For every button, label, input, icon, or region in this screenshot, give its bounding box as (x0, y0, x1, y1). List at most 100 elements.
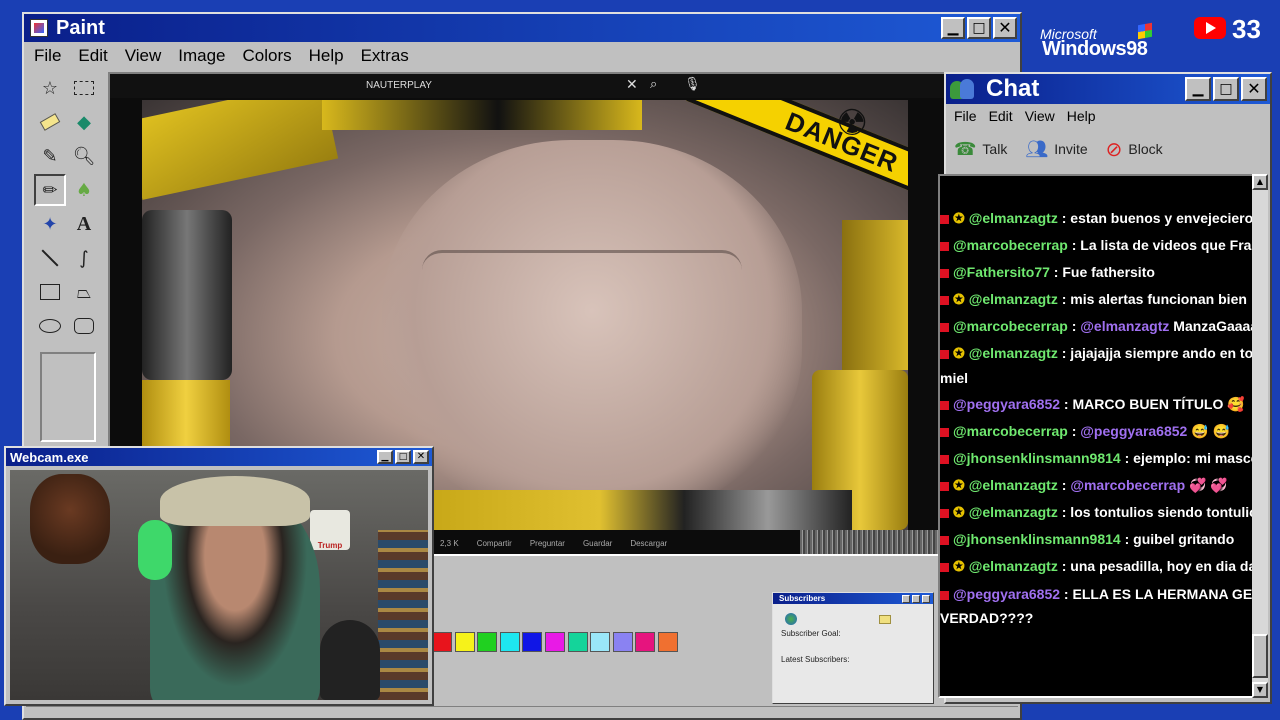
search-icon[interactable]: ⌕ (650, 76, 657, 92)
barrel-left (142, 210, 232, 380)
close-button[interactable]: ✕ (993, 17, 1017, 39)
talk-icon: ☎ (954, 138, 977, 159)
chat-mention[interactable]: @marcobecerrap (1070, 477, 1185, 493)
chat-menu-view[interactable]: View (1025, 108, 1055, 124)
chat-mention[interactable]: @peggyara6852 (1080, 423, 1187, 439)
chat-username[interactable]: @jhonsenklinsmann9814 (953, 450, 1121, 466)
chat-username[interactable]: @peggyara6852 (953, 586, 1060, 602)
menu-extras[interactable]: Extras (361, 46, 409, 66)
mod-badge-icon (940, 535, 949, 545)
chat-text-rest: 😅 😅 (1187, 423, 1230, 439)
brush-tool-icon[interactable]: ♠ (68, 174, 100, 206)
chat-username[interactable]: @peggyara6852 (953, 396, 1060, 412)
chat-menu-file[interactable]: File (954, 108, 977, 124)
text-tool-icon[interactable]: A (68, 208, 100, 240)
color-swatch[interactable] (545, 632, 565, 652)
free-select-tool-icon[interactable]: ☆ (34, 72, 66, 104)
menu-file[interactable]: File (34, 46, 61, 66)
webcam-minimize-button[interactable]: ▁ (377, 450, 393, 464)
like-count[interactable]: 2,3 K (440, 539, 459, 548)
invite-icon: 👥︎ (1025, 138, 1049, 159)
scroll-down-icon[interactable]: ▼ (1252, 682, 1268, 698)
scroll-up-icon[interactable]: ▲ (1252, 174, 1268, 190)
fill-tool-icon[interactable]: ◆ (68, 106, 100, 138)
chat-minimize-button[interactable]: ▁ (1185, 77, 1211, 101)
color-swatch[interactable] (590, 632, 611, 652)
chat-mention[interactable]: @elmanzagtz (1080, 318, 1169, 334)
color-picker-tool-icon[interactable]: ✎ (34, 140, 66, 172)
menu-view[interactable]: View (125, 46, 162, 66)
chat-maximize-button[interactable]: □ (1213, 77, 1239, 101)
scroll-thumb[interactable] (1252, 634, 1268, 678)
chat-username[interactable]: @elmanzagtz (969, 210, 1058, 226)
block-icon: ⊘ (1105, 138, 1123, 161)
chat-close-button[interactable]: ✕ (1241, 77, 1267, 101)
chat-titlebar[interactable]: Chat ▁ □ ✕ (946, 74, 1270, 104)
chat-username[interactable]: @elmanzagtz (969, 345, 1058, 361)
menu-colors[interactable]: Colors (243, 46, 292, 66)
color-swatch[interactable] (522, 632, 543, 652)
webcam-maximize-button[interactable]: □ (395, 450, 411, 464)
subscribers-maximize-button[interactable] (912, 594, 920, 603)
menu-help[interactable]: Help (309, 46, 344, 66)
magnifier-tool-icon[interactable]: 🔍︎ (68, 140, 100, 172)
rectangle-tool-icon[interactable] (34, 276, 66, 308)
rounded-rect-tool-icon[interactable] (68, 310, 100, 342)
block-button[interactable]: ⊘ Block (1106, 137, 1163, 162)
webcam-titlebar[interactable]: Webcam.exe ▁ □ ✕ (6, 448, 432, 466)
chat-username[interactable]: @elmanzagtz (969, 291, 1058, 307)
chat-username[interactable]: @elmanzagtz (969, 477, 1058, 493)
line-tool-icon[interactable] (34, 242, 66, 274)
paint-titlebar[interactable]: Paint ▁ □ ✕ (24, 14, 1020, 42)
chat-username[interactable]: @elmanzagtz (969, 504, 1058, 520)
save-button[interactable]: Guardar (583, 539, 612, 548)
invite-button[interactable]: 👥︎ Invite (1025, 139, 1087, 160)
chat-username[interactable]: @Fathersito77 (953, 264, 1050, 280)
eraser-tool-icon[interactable] (34, 106, 66, 138)
chat-username[interactable]: @jhonsenklinsmann9814 (953, 531, 1121, 547)
chat-text: : La lista de videos que Frank r (1071, 237, 1254, 253)
subscribers-titlebar[interactable]: Subscribers (773, 593, 933, 604)
color-swatch[interactable] (612, 632, 633, 652)
pencil-tool-icon[interactable]: ✏︎ (34, 174, 66, 206)
polygon-tool-icon[interactable]: ⏢ (68, 276, 100, 308)
chat-scrollbar[interactable]: ▲ ▼ (1252, 174, 1268, 698)
color-swatch[interactable] (454, 632, 475, 652)
maximize-button[interactable]: □ (967, 17, 991, 39)
close-icon[interactable]: ✕ (626, 76, 638, 93)
subscribers-close-button[interactable] (922, 594, 930, 603)
ask-button[interactable]: Preguntar (530, 539, 565, 548)
webcam-close-button[interactable]: ✕ (413, 450, 429, 464)
glasses (422, 250, 742, 310)
rect-select-tool-icon[interactable] (68, 72, 100, 104)
color-swatch[interactable] (477, 632, 498, 652)
menu-edit[interactable]: Edit (78, 46, 107, 66)
download-button[interactable]: Descargar (630, 539, 667, 548)
ellipse-tool-icon[interactable] (34, 310, 66, 342)
airbrush-tool-icon[interactable]: ✦ (34, 208, 66, 240)
static-noise (800, 530, 944, 554)
chat-menu-edit[interactable]: Edit (989, 108, 1013, 124)
color-swatch[interactable] (635, 632, 656, 652)
chat-username[interactable]: @marcobecerrap (953, 318, 1068, 334)
color-swatch[interactable] (432, 632, 452, 652)
menu-image[interactable]: Image (178, 46, 225, 66)
curve-tool-icon[interactable]: ∫ (68, 242, 100, 274)
tool-options-box[interactable] (40, 352, 96, 442)
share-button[interactable]: Compartir (477, 539, 512, 548)
chat-menu-help[interactable]: Help (1067, 108, 1096, 124)
webcam-window: Webcam.exe ▁ □ ✕ Trump (4, 446, 434, 706)
bookshelf (378, 530, 428, 700)
color-swatch[interactable] (499, 632, 520, 652)
talk-button[interactable]: ☎ Talk (954, 139, 1007, 160)
subscribers-minimize-button[interactable] (902, 594, 910, 603)
chat-username[interactable]: @elmanzagtz (969, 558, 1058, 574)
minimize-button[interactable]: ▁ (941, 17, 965, 39)
color-swatch[interactable] (567, 632, 588, 652)
chat-username[interactable]: @marcobecerrap (953, 237, 1068, 253)
mic-icon[interactable]: 🎙︎ (684, 76, 701, 92)
subscribers-window: Subscribers Subscriber Goal: Latest Subs… (772, 592, 934, 704)
color-swatch[interactable] (658, 632, 678, 652)
chat-username[interactable]: @marcobecerrap (953, 423, 1068, 439)
chat-message: ✪ @elmanzagtz : estan buenos y envejecier… (940, 210, 1254, 227)
